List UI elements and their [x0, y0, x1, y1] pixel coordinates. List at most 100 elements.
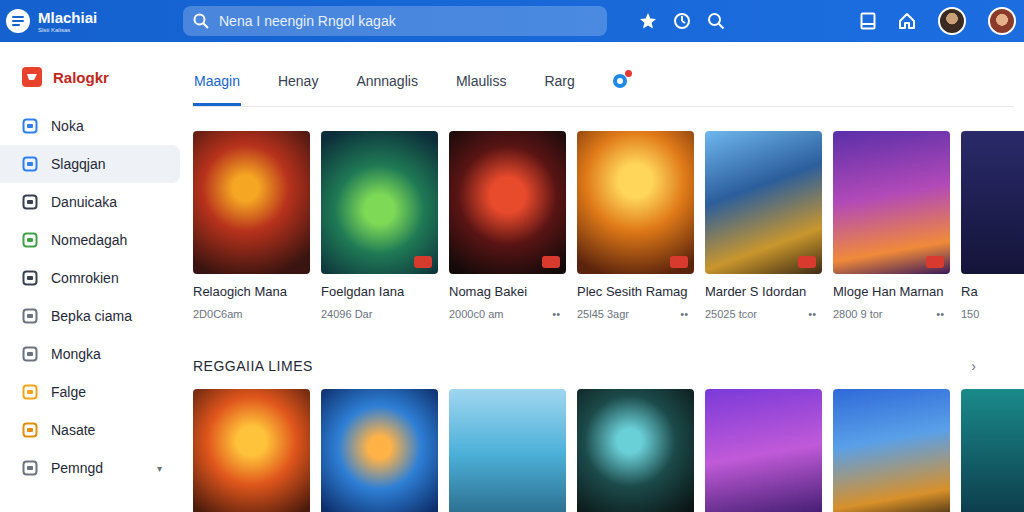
game-card[interactable]: Relaogich Mana2D0C6am	[193, 131, 310, 320]
game-cover[interactable]	[193, 131, 310, 274]
game-card[interactable]	[961, 389, 1024, 512]
game-meta: 25025 tcor ••	[705, 308, 822, 320]
game-cover[interactable]	[705, 131, 822, 274]
game-card[interactable]: Nomag Bakei2000c0 am••	[449, 131, 566, 320]
logo-mark	[6, 9, 30, 33]
search-icon[interactable]	[707, 12, 725, 30]
more-button[interactable]: ••	[552, 308, 560, 320]
game-cover[interactable]	[705, 389, 822, 512]
game-cover[interactable]	[833, 389, 950, 512]
game-cover[interactable]	[577, 389, 694, 512]
game-cover[interactable]	[193, 389, 310, 512]
sidebar-label: Slagqjan	[51, 156, 162, 172]
game-cover[interactable]	[961, 389, 1024, 512]
user-avatar[interactable]	[938, 7, 966, 35]
account-icons	[860, 7, 1016, 35]
app-name: Mlachiai	[38, 10, 97, 25]
menu-icon[interactable]	[11, 15, 25, 27]
sidebar-label: Pemngd	[51, 460, 144, 476]
top-bar: MlachiaiSlsti Kalisas	[0, 0, 1024, 42]
game-cover[interactable]	[577, 131, 694, 274]
game-card[interactable]	[705, 389, 822, 512]
category-icon	[22, 308, 38, 324]
game-card[interactable]: Ra 150	[961, 131, 1024, 320]
tab[interactable]: Mlauliss	[455, 73, 508, 106]
search-icon	[193, 13, 209, 29]
video-badge-icon	[926, 256, 944, 268]
sidebar-label: Danuicaka	[51, 194, 162, 210]
game-card[interactable]	[833, 389, 950, 512]
game-title[interactable]: Ra	[961, 284, 1024, 299]
store-icon	[21, 66, 43, 88]
category-icon	[22, 232, 38, 248]
game-card[interactable]	[449, 389, 566, 512]
game-cover[interactable]	[833, 131, 950, 274]
game-cover[interactable]	[321, 131, 438, 274]
game-card[interactable]: Mloge Han Marnan 2800 9 tor••	[833, 131, 950, 320]
category-icon	[22, 118, 38, 134]
sidebar-header: Ralogkr	[0, 60, 180, 94]
game-stat: 25025 tcor	[705, 308, 800, 320]
category-icon	[22, 270, 38, 286]
game-title[interactable]: Relaogich Mana	[193, 284, 310, 299]
game-card[interactable]	[193, 389, 310, 512]
sidebar-item[interactable]: Falge	[0, 373, 180, 411]
game-meta: 2800 9 tor••	[833, 308, 950, 320]
clock-icon[interactable]	[673, 12, 691, 30]
game-card[interactable]: Marder S Idordan 25025 tcor ••	[705, 131, 822, 320]
video-badge-icon	[542, 256, 560, 268]
sidebar-item[interactable]: Slagqjan	[0, 145, 180, 183]
profile-avatar[interactable]	[988, 7, 1016, 35]
game-title[interactable]: Mloge Han Marnan	[833, 284, 950, 299]
sidebar-item[interactable]: Danuicaka	[0, 183, 180, 221]
sidebar: Ralogkr Noka Slagqjan Danuicaka NomedagahCom…	[0, 42, 180, 512]
search-input[interactable]	[217, 12, 597, 30]
game-card[interactable]	[321, 389, 438, 512]
game-cover[interactable]	[321, 389, 438, 512]
logo-text: MlachiaiSlsti Kalisas	[38, 10, 97, 33]
game-cover[interactable]	[961, 131, 1024, 274]
library-icon[interactable]	[860, 12, 876, 30]
sidebar-item[interactable]: Nomedagah	[0, 221, 180, 259]
game-card[interactable]: Plec Sesith Ramag 25l45 3agr••	[577, 131, 694, 320]
tab[interactable]: Henay	[277, 73, 319, 106]
app-logo[interactable]: MlachiaiSlsti Kalisas	[6, 9, 183, 33]
section-more-button[interactable]: ›	[971, 358, 976, 374]
tab-label: Rarg	[544, 73, 574, 89]
sidebar-item[interactable]: Bepka ciama	[0, 297, 180, 335]
sidebar-item[interactable]: Nasate	[0, 411, 180, 449]
game-title[interactable]: Foelgdan Iana	[321, 284, 438, 299]
main-panel: Maagin Henay Annnaglis Mlauliss Rarg Relaogic…	[180, 42, 1024, 512]
sidebar-item[interactable]: Comrokien	[0, 259, 180, 297]
tab-bar: Maagin Henay Annnaglis Mlauliss Rarg	[193, 42, 1014, 107]
sidebar-item[interactable]: Mongka	[0, 335, 180, 373]
search-bar[interactable]	[183, 6, 607, 36]
game-meta: 25l45 3agr••	[577, 308, 694, 320]
more-button[interactable]: ••	[680, 308, 688, 320]
game-cover[interactable]	[449, 389, 566, 512]
tab[interactable]: Annnaglis	[355, 73, 419, 106]
tab-label: Henay	[278, 73, 318, 89]
game-stat: 150	[961, 308, 1024, 320]
tab[interactable]: Rarg	[543, 73, 575, 106]
tab[interactable]: Maagin	[193, 73, 241, 106]
game-card[interactable]	[577, 389, 694, 512]
star-icon[interactable]	[639, 12, 657, 30]
sidebar-item[interactable]: Noka	[0, 107, 180, 145]
notifications-tab[interactable]	[612, 73, 628, 89]
alert-dot	[625, 70, 632, 77]
home-icon[interactable]	[898, 12, 916, 30]
game-card[interactable]: Foelgdan Iana24096 Dar	[321, 131, 438, 320]
more-button[interactable]: ••	[808, 308, 816, 320]
game-title[interactable]: Plec Sesith Ramag	[577, 284, 694, 299]
game-cover[interactable]	[449, 131, 566, 274]
category-icon	[22, 422, 38, 438]
sidebar-label: Bepka ciama	[51, 308, 162, 324]
more-button[interactable]: ••	[936, 308, 944, 320]
game-title[interactable]: Nomag Bakei	[449, 284, 566, 299]
game-title[interactable]: Marder S Idordan	[705, 284, 822, 299]
toolbar-icons	[639, 12, 725, 30]
game-meta: 150	[961, 308, 1024, 320]
expand-caret[interactable]: ▾	[157, 463, 162, 474]
sidebar-item[interactable]: Pemngd ▾	[0, 449, 180, 487]
